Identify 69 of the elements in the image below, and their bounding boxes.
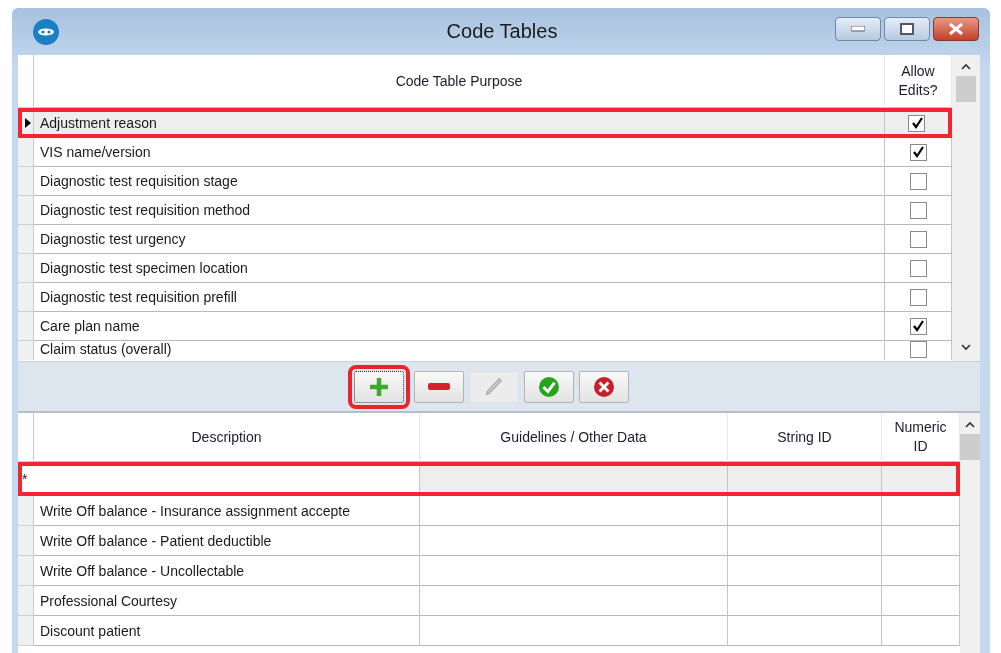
column-header[interactable]: Allow Edits? [885,55,952,108]
checkbox[interactable] [909,288,927,306]
column-header[interactable]: Code Table Purpose [34,55,885,108]
column-header[interactable]: String ID [728,413,882,462]
table-cell[interactable]: Diagnostic test specimen location [34,254,885,283]
close-icon [948,22,964,35]
plus-icon [370,377,388,396]
scrollbar[interactable] [952,55,980,361]
table-cell[interactable]: Diagnostic test requisition method [34,196,885,225]
current-row-icon [24,118,31,128]
table-cell[interactable] [420,526,728,556]
table-cell[interactable]: Discount patient [34,616,420,646]
table-cell[interactable]: Diagnostic test requisition stage [34,167,885,196]
header-corner [18,55,34,108]
table-cell[interactable] [420,586,728,616]
table-cell[interactable] [420,466,728,492]
table-cell[interactable] [728,616,882,646]
scroll-up-icon [961,63,971,70]
column-header[interactable]: Description [34,413,420,462]
checkbox[interactable] [909,143,927,161]
minus-icon [428,383,450,390]
scroll-up-icon [965,421,975,428]
minimize-button[interactable] [835,16,881,41]
table-cell[interactable] [420,496,728,526]
table-cell[interactable]: Write Off balance - Insurance assignment accepte [34,496,420,526]
table-cell[interactable] [420,616,728,646]
table-cell[interactable]: VIS name/version [34,138,885,167]
table-cell[interactable] [728,466,882,492]
table-cell[interactable]: Diagnostic test requisition prefill [34,283,885,312]
checkbox[interactable] [909,201,927,219]
checkbox[interactable] [909,341,927,358]
table-cell[interactable] [728,556,882,586]
pencil-icon [486,378,502,395]
cancel-button[interactable] [579,370,629,403]
table-cell[interactable] [728,496,882,526]
app-logo-icon [33,18,59,45]
table-cell[interactable]: Adjustment reason [34,112,885,134]
remove-button[interactable] [414,370,464,403]
checkmark-icon [539,376,559,397]
header-corner [18,413,34,462]
scroll-thumb[interactable] [960,434,980,460]
column-header[interactable]: Numeric ID [882,413,960,462]
checkbox[interactable] [909,259,927,277]
scroll-down-icon [961,344,971,351]
column-header[interactable]: Guidelines / Other Data [420,413,728,462]
table-cell[interactable] [882,466,956,492]
minimize-icon [851,25,865,32]
close-button[interactable] [933,16,979,41]
table-cell[interactable] [728,586,882,616]
table-cell[interactable]: Care plan name [34,312,885,341]
table-cell[interactable]: Professional Courtesy [34,586,420,616]
scrollbar[interactable] [960,413,980,653]
table-cell[interactable]: Claim status (overall) [34,341,885,360]
maximize-icon [900,22,914,35]
scroll-thumb[interactable] [956,76,976,102]
x-circle-icon [594,376,614,397]
table-cell[interactable]: Diagnostic test urgency [34,225,885,254]
table-cell[interactable]: Write Off balance - Patient deductible [34,526,420,556]
window-title: Code Tables [446,20,558,43]
checkbox[interactable] [909,172,927,190]
checkbox[interactable] [908,114,925,132]
checkbox[interactable] [909,230,927,248]
accept-button[interactable] [524,370,574,403]
table-cell[interactable]: Write Off balance - Uncollectable [34,556,420,586]
maximize-button[interactable] [884,16,930,41]
table-cell[interactable] [420,556,728,586]
row-selector[interactable] [22,112,34,134]
checkbox[interactable] [909,317,927,335]
table-cell[interactable] [728,526,882,556]
